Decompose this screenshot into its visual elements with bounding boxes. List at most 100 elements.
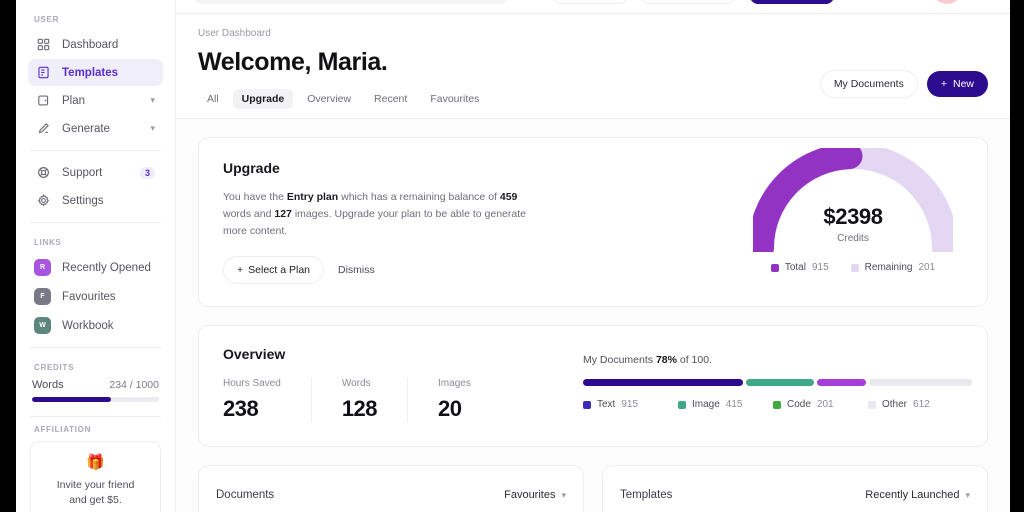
credits-gauge-chart: $2398 Credits Total 915 Remaining (753, 148, 953, 273)
stat-images: Images 20 (438, 378, 501, 422)
overview-card: Overview Hours Saved 238 Words 128 Image… (198, 325, 988, 447)
legend-value: 201 (918, 262, 935, 273)
upgrade-plan-name: Entry plan (287, 191, 338, 203)
credits-value: 234 / 1000 (109, 379, 159, 391)
sidebar-item-label: Templates (62, 67, 118, 79)
legend-label: Remaining (865, 262, 913, 273)
select-a-plan-button[interactable]: + Select a Plan (223, 256, 324, 284)
templates-card: Templates Recently Launched ▾ (602, 465, 988, 512)
grid-icon (36, 37, 51, 52)
sidebar-item-settings[interactable]: Settings (28, 187, 163, 214)
topbar-cta-button[interactable] (750, 0, 834, 4)
sidebar-item-plan[interactable]: Plan ▾ (28, 87, 163, 114)
new-button-label: New (953, 78, 974, 90)
chevron-down-icon[interactable]: ▾ (150, 124, 155, 133)
support-badge: 3 (140, 167, 155, 179)
legend-value: 415 (726, 399, 743, 410)
affiliation-card: 🎁 Invite your friend and get $5. Invite (30, 441, 161, 512)
tab-overview[interactable]: Overview (298, 89, 360, 109)
gauge-arc: $2398 Credits (753, 148, 953, 252)
stat-hours-saved: Hours Saved 238 (223, 378, 312, 422)
legend-value: 201 (817, 399, 834, 410)
templates-filter-select[interactable]: Recently Launched ▾ (865, 489, 970, 501)
dismiss-button[interactable]: Dismiss (334, 257, 379, 283)
upgrade-title: Upgrade (223, 160, 543, 176)
sidebar-divider (30, 150, 161, 151)
documents-card-title: Documents (216, 489, 274, 501)
legend-item-image: Image 415 (678, 399, 773, 410)
bar-segment-text (583, 379, 743, 386)
chevron-down-icon[interactable]: ▾ (150, 96, 155, 105)
upgrade-words-count: 459 (500, 191, 518, 203)
stat-value: 128 (342, 396, 377, 422)
app-window: USER Dashboard Templates (16, 0, 1010, 512)
tab-recent[interactable]: Recent (365, 89, 416, 109)
sidebar-section-links: LINKS (34, 238, 163, 247)
bar-segment-image (746, 379, 814, 386)
legend-label: Code (787, 399, 811, 410)
gauge-label: Credits (753, 233, 953, 244)
sidebar-item-label: Settings (62, 195, 104, 207)
legend-value: 915 (621, 399, 638, 410)
legend-swatch-icon (868, 401, 876, 409)
stat-label: Hours Saved (223, 378, 281, 389)
sidebar-divider (30, 416, 161, 417)
topbar-button-1[interactable] (554, 0, 628, 4)
legend-swatch-icon (583, 401, 591, 409)
sidebar-item-recently-opened[interactable]: R Recently Opened (28, 254, 163, 281)
legend-swatch-icon (773, 401, 781, 409)
upgrade-actions: + Select a Plan Dismiss (223, 256, 543, 284)
sidebar-item-generate[interactable]: Generate ▾ (28, 115, 163, 142)
tab-all[interactable]: All (198, 89, 228, 109)
upgrade-description: You have the Entry plan which has a rema… (223, 189, 543, 240)
link-initial-icon: F (34, 288, 51, 305)
affiliation-line-2: and get $5. (41, 493, 150, 508)
sidebar-section-user: USER (34, 15, 163, 24)
credits-progress-bar (32, 397, 159, 402)
plus-icon: + (237, 264, 243, 276)
chevron-down-icon: ▾ (561, 490, 566, 501)
header-actions: My Documents + New (820, 70, 988, 98)
chevron-down-icon: ▾ (965, 490, 970, 501)
caption-percent: 78% (656, 354, 677, 366)
sidebar-item-label: Generate (62, 123, 110, 135)
gift-icon: 🎁 (41, 455, 150, 470)
legend-label: Total (785, 262, 806, 273)
stacked-bar (583, 379, 963, 386)
sidebar-item-templates[interactable]: Templates (28, 59, 163, 86)
legend-item-other: Other 612 (868, 399, 963, 410)
documents-filter-label: Favourites (504, 489, 555, 501)
sidebar-item-label: Dashboard (62, 39, 118, 51)
global-search-input[interactable] (194, 0, 508, 4)
sidebar-item-support[interactable]: Support 3 (28, 159, 163, 186)
new-button[interactable]: + New (927, 71, 988, 97)
sidebar-divider (30, 347, 161, 348)
tab-favourites[interactable]: Favourites (421, 89, 488, 109)
sidebar-item-workbook[interactable]: W Workbook (28, 312, 163, 339)
tab-upgrade[interactable]: Upgrade (233, 89, 294, 109)
sidebar-item-dashboard[interactable]: Dashboard (28, 31, 163, 58)
legend-item-total: Total 915 (771, 262, 829, 273)
gauge-legend: Total 915 Remaining 201 (753, 262, 953, 273)
main-content: User Dashboard Welcome, Maria. All Upgra… (176, 14, 1010, 512)
upgrade-left: Upgrade You have the Entry plan which ha… (223, 160, 543, 284)
legend-swatch-icon (678, 401, 686, 409)
legend-value: 915 (812, 262, 829, 273)
documents-card: Documents Favourites ▾ (198, 465, 584, 512)
my-documents-button[interactable]: My Documents (820, 70, 918, 98)
legend-item-code: Code 201 (773, 399, 868, 410)
bottom-row: Documents Favourites ▾ Templates Recentl… (198, 465, 988, 512)
sidebar-section-credits: CREDITS (34, 363, 163, 372)
affiliation-line-1: Invite your friend (41, 478, 150, 493)
documents-filter-select[interactable]: Favourites ▾ (504, 489, 566, 501)
topbar-button-2[interactable] (642, 0, 734, 4)
my-documents-caption: My Documents 78% of 100. (583, 354, 963, 366)
legend-label: Text (597, 399, 615, 410)
avatar[interactable] (932, 0, 962, 4)
sidebar-divider (30, 222, 161, 223)
sidebar-item-label: Recently Opened (62, 262, 151, 274)
sidebar-item-favourites[interactable]: F Favourites (28, 283, 163, 310)
stacked-bar-legend: Text 915 Image 415 Code 201 (583, 399, 963, 410)
sidebar-item-label: Plan (62, 95, 85, 107)
sidebar-item-label: Favourites (62, 291, 116, 303)
